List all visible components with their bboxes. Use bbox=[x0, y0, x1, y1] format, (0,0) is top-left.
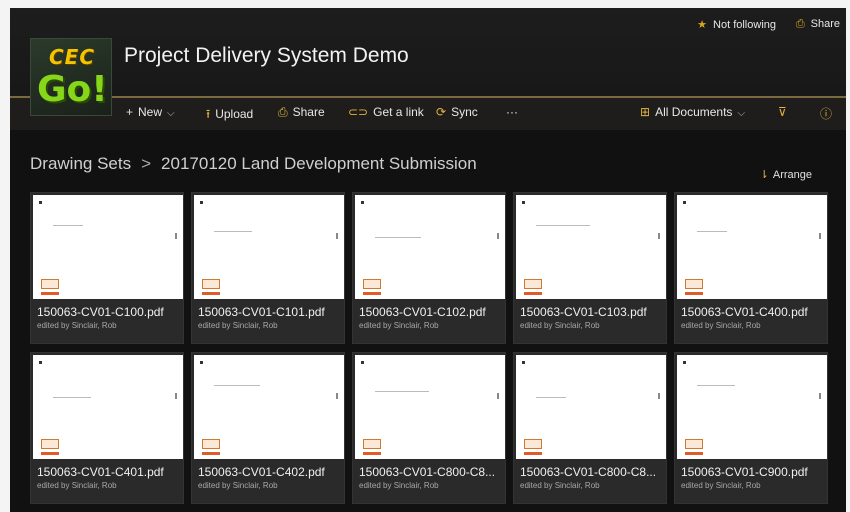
file-tile[interactable]: 150063-CV01-C401.pdf edited by Sinclair, … bbox=[30, 352, 184, 504]
file-edited-by: edited by Sinclair, Rob bbox=[37, 321, 117, 330]
upload-button[interactable]: ⭱ Upload bbox=[206, 105, 253, 126]
new-label: New bbox=[138, 105, 163, 119]
follow-label: Not following bbox=[713, 19, 776, 31]
file-thumbnail[interactable] bbox=[194, 355, 344, 459]
more-actions-button[interactable]: ··· bbox=[506, 105, 518, 119]
sync-icon: ⟳ bbox=[436, 105, 447, 119]
share-site-label: Share bbox=[810, 18, 840, 30]
view-selector[interactable]: ⊞ All Documents ⌵ bbox=[640, 105, 745, 119]
sharepoint-window: ★ Not following ⎙ Share Project Delivery S… bbox=[10, 8, 846, 512]
file-tile[interactable]: 150063-CV01-C800-C8... edited by Sinclair… bbox=[352, 352, 506, 504]
file-edited-by: edited by Sinclair, Rob bbox=[198, 321, 278, 330]
file-name[interactable]: 150063-CV01-C402.pdf bbox=[198, 465, 340, 479]
logo-text-cec: CEC bbox=[48, 45, 96, 69]
file-thumbnail[interactable] bbox=[355, 195, 505, 299]
filter-button[interactable]: ⊽ bbox=[778, 105, 792, 119]
view-label: All Documents bbox=[655, 105, 733, 119]
file-name[interactable]: 150063-CV01-C102.pdf bbox=[359, 305, 501, 319]
logo-text-go: Go! bbox=[37, 69, 108, 110]
file-edited-by: edited by Sinclair, Rob bbox=[681, 321, 761, 330]
arrange-label: Arrange bbox=[772, 169, 812, 181]
site-header: ★ Not following ⎙ Share Project Delivery S… bbox=[10, 8, 846, 96]
share-icon: ⎙ bbox=[795, 18, 805, 30]
follow-toggle[interactable]: ★ Not following bbox=[697, 18, 776, 31]
file-name[interactable]: 150063-CV01-C103.pdf bbox=[520, 305, 662, 319]
file-thumbnail[interactable] bbox=[194, 195, 344, 299]
chevron-down-icon: ⌵ bbox=[737, 108, 746, 119]
upload-icon: ⭱ bbox=[206, 107, 211, 121]
chevron-down-icon: ⌵ bbox=[167, 108, 175, 119]
file-name[interactable]: 150063-CV01-C100.pdf bbox=[37, 305, 179, 319]
file-thumbnail[interactable] bbox=[355, 355, 505, 459]
share-icon: ⎙ bbox=[278, 105, 288, 119]
file-tile[interactable]: 150063-CV01-C102.pdf edited by Sinclair, … bbox=[352, 192, 506, 344]
upload-label: Upload bbox=[215, 107, 254, 121]
file-tile[interactable]: 150063-CV01-C100.pdf edited by Sinclair, … bbox=[30, 192, 184, 344]
file-edited-by: edited by Sinclair, Rob bbox=[520, 481, 600, 490]
file-name[interactable]: 150063-CV01-C800-C8... bbox=[520, 465, 662, 479]
file-thumbnail[interactable] bbox=[33, 195, 183, 299]
info-icon: ⓘ bbox=[820, 107, 833, 121]
file-thumbnail[interactable] bbox=[677, 355, 827, 459]
file-name[interactable]: 150063-CV01-C800-C8... bbox=[359, 465, 501, 479]
file-edited-by: edited by Sinclair, Rob bbox=[681, 481, 761, 490]
file-name[interactable]: 150063-CV01-C900.pdf bbox=[681, 465, 823, 479]
file-tile[interactable]: 150063-CV01-C800-C8... edited by Sinclair… bbox=[513, 352, 667, 504]
share-button[interactable]: ⎙ Share bbox=[278, 105, 325, 120]
file-thumbnail[interactable] bbox=[33, 355, 183, 459]
file-tile[interactable]: 150063-CV01-C101.pdf edited by Sinclair, … bbox=[191, 192, 345, 344]
file-thumbnail[interactable] bbox=[677, 195, 827, 299]
share-label: Share bbox=[292, 105, 325, 119]
file-edited-by: edited by Sinclair, Rob bbox=[359, 321, 439, 330]
file-name[interactable]: 150063-CV01-C101.pdf bbox=[198, 305, 340, 319]
file-edited-by: edited by Sinclair, Rob bbox=[37, 481, 117, 490]
site-logo[interactable]: CEC Go! bbox=[30, 38, 112, 116]
sync-label: Sync bbox=[451, 105, 478, 119]
command-bar: + New ⌵ ⭱ Upload ⎙ Share ⊂⊃ Get a link ⟳ Sync … bbox=[10, 96, 846, 130]
file-edited-by: edited by Sinclair, Rob bbox=[198, 481, 278, 490]
breadcrumb-current: 20170120 Land Development Submission bbox=[161, 154, 477, 173]
breadcrumb-parent[interactable]: Drawing Sets bbox=[30, 154, 131, 173]
info-button[interactable]: ⓘ bbox=[820, 105, 837, 122]
file-thumbnail[interactable] bbox=[516, 355, 666, 459]
share-site-button[interactable]: ⎙ Share bbox=[796, 18, 840, 31]
file-tile-grid: 150063-CV01-C100.pdf edited by Sinclair, … bbox=[30, 192, 836, 512]
sort-icon: ⇂ bbox=[759, 169, 769, 181]
file-edited-by: edited by Sinclair, Rob bbox=[359, 481, 439, 490]
get-link-label: Get a link bbox=[373, 105, 424, 119]
site-title[interactable]: Project Delivery System Demo bbox=[124, 44, 409, 68]
file-tile[interactable]: 150063-CV01-C402.pdf edited by Sinclair, … bbox=[191, 352, 345, 504]
chevron-right-icon: > bbox=[141, 154, 152, 173]
file-edited-by: edited by Sinclair, Rob bbox=[520, 321, 600, 330]
filter-icon: ⊽ bbox=[778, 105, 787, 119]
arrange-button[interactable]: ⇂ Arrange bbox=[760, 168, 812, 181]
file-thumbnail[interactable] bbox=[516, 195, 666, 299]
plus-icon: + bbox=[126, 105, 134, 119]
new-button[interactable]: + New ⌵ bbox=[126, 105, 175, 119]
grid-view-icon: ⊞ bbox=[640, 105, 651, 119]
file-name[interactable]: 150063-CV01-C400.pdf bbox=[681, 305, 823, 319]
star-icon: ★ bbox=[697, 19, 708, 31]
file-tile[interactable]: 150063-CV01-C400.pdf edited by Sinclair, … bbox=[674, 192, 828, 344]
sync-button[interactable]: ⟳ Sync bbox=[436, 105, 478, 119]
breadcrumb: Drawing Sets >20170120 Land Development S… bbox=[30, 154, 477, 174]
file-name[interactable]: 150063-CV01-C401.pdf bbox=[37, 465, 179, 479]
file-tile[interactable]: 150063-CV01-C103.pdf edited by Sinclair, … bbox=[513, 192, 667, 344]
file-tile[interactable]: 150063-CV01-C900.pdf edited by Sinclair, … bbox=[674, 352, 828, 504]
link-icon: ⊂⊃ bbox=[348, 105, 369, 119]
get-link-button[interactable]: ⊂⊃ Get a link bbox=[348, 105, 424, 119]
